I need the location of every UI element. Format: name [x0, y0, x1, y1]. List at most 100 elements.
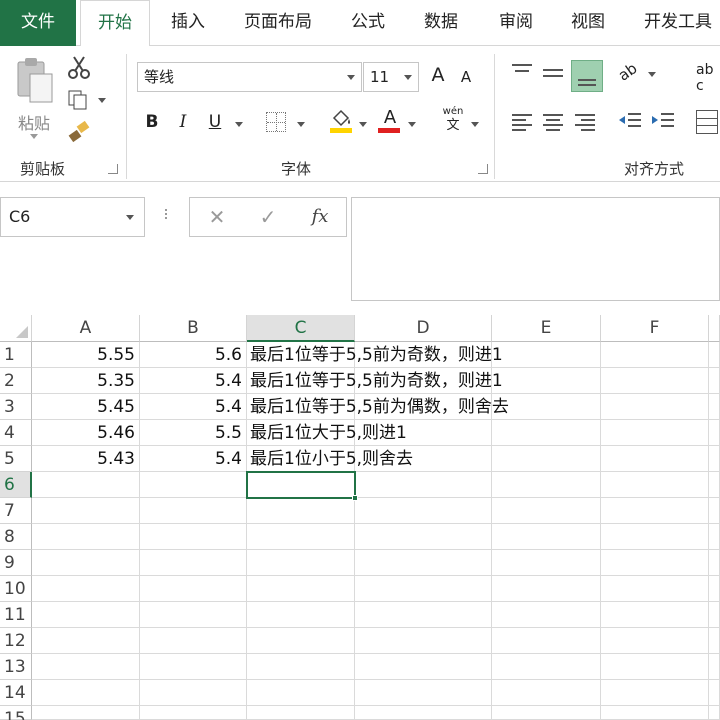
grid-cell[interactable] [601, 368, 709, 394]
tab-formulas[interactable]: 公式 [340, 0, 396, 46]
row-header[interactable]: 8 [0, 524, 32, 550]
grid-cell[interactable] [601, 472, 709, 498]
grid-cell[interactable] [709, 394, 720, 420]
font-name-select[interactable]: 等线 [137, 62, 362, 92]
grid-cell[interactable] [32, 498, 140, 524]
phonetic-dropdown-icon[interactable] [471, 122, 479, 127]
cell-b5[interactable]: 5.4 [140, 446, 247, 472]
grid-cell[interactable] [601, 550, 709, 576]
cell-a2[interactable]: 5.35 [32, 368, 140, 394]
grid-cell[interactable] [601, 524, 709, 550]
align-right-icon[interactable] [575, 114, 597, 132]
shrink-font-button[interactable]: A [458, 68, 474, 86]
grid-cell[interactable] [492, 368, 601, 394]
grid-cell[interactable] [601, 602, 709, 628]
cancel-icon[interactable]: ✕ [195, 198, 239, 236]
paste-button[interactable]: 粘贴 [12, 56, 56, 141]
cell-a1[interactable]: 5.55 [32, 342, 140, 368]
grid-cell[interactable] [247, 498, 355, 524]
grid-cell[interactable] [247, 602, 355, 628]
fill-color-icon[interactable] [328, 108, 354, 136]
grid-cell[interactable] [140, 654, 247, 680]
grid-cell[interactable] [492, 446, 601, 472]
grid-cell[interactable] [709, 628, 720, 654]
grid-cell[interactable] [601, 706, 709, 720]
grid-cell[interactable] [140, 498, 247, 524]
insert-function-button[interactable]: fx [298, 198, 342, 236]
grid-cell[interactable] [492, 680, 601, 706]
grid-cell[interactable] [140, 472, 247, 498]
grid-cell[interactable] [140, 628, 247, 654]
tab-page-layout[interactable]: 页面布局 [236, 0, 320, 46]
tab-view[interactable]: 视图 [560, 0, 616, 46]
grid-cell[interactable] [355, 602, 492, 628]
grid-cell[interactable] [32, 602, 140, 628]
column-header-a[interactable]: A [32, 315, 140, 342]
row-header[interactable]: 11 [0, 602, 32, 628]
tab-file[interactable]: 文件 [0, 0, 76, 46]
underline-button[interactable]: U [206, 112, 224, 132]
grid-cell[interactable] [492, 524, 601, 550]
cell-a4[interactable]: 5.46 [32, 420, 140, 446]
grid-cell[interactable] [140, 550, 247, 576]
grid-cell[interactable] [601, 420, 709, 446]
grid-cell[interactable] [492, 576, 601, 602]
name-box[interactable]: C6 [0, 197, 145, 237]
grid-cell[interactable] [247, 576, 355, 602]
font-color-button[interactable]: A [378, 108, 402, 136]
grid-cell[interactable] [492, 550, 601, 576]
grid-cell[interactable] [709, 446, 720, 472]
grid-cell[interactable] [355, 472, 492, 498]
tab-home[interactable]: 开始 [80, 0, 150, 47]
grid-cell[interactable] [492, 472, 601, 498]
font-size-select[interactable]: 11 [363, 62, 419, 92]
grid-cell[interactable] [601, 498, 709, 524]
row-header[interactable]: 1 [0, 342, 32, 368]
grid-cell[interactable] [709, 342, 720, 368]
grid-cell[interactable] [32, 524, 140, 550]
column-header-d[interactable]: D [355, 315, 492, 342]
grid-cell[interactable] [492, 420, 601, 446]
tab-insert[interactable]: 插入 [160, 0, 216, 46]
phonetic-button[interactable]: wén 文 [438, 106, 468, 136]
grid-cell[interactable] [709, 602, 720, 628]
cell-c2[interactable]: 最后1位等于5,5前为奇数，则进1 [247, 368, 503, 394]
wrap-text-button[interactable]: ab c [696, 62, 720, 98]
grid-cell[interactable] [709, 576, 720, 602]
orientation-button[interactable]: ab [615, 59, 658, 86]
font-color-dropdown-icon[interactable] [408, 122, 416, 127]
row-header[interactable]: 14 [0, 680, 32, 706]
cut-icon[interactable] [66, 54, 92, 80]
row-header[interactable]: 3 [0, 394, 32, 420]
decrease-indent-icon[interactable] [618, 112, 642, 132]
tab-data[interactable]: 数据 [413, 0, 469, 46]
grid-cell[interactable] [492, 654, 601, 680]
grid-cell[interactable] [709, 472, 720, 498]
row-header[interactable]: 13 [0, 654, 32, 680]
grid-cell[interactable] [709, 706, 720, 720]
cell-b1[interactable]: 5.6 [140, 342, 247, 368]
grid-cell[interactable] [32, 472, 140, 498]
underline-dropdown-icon[interactable] [235, 122, 243, 127]
grid-cell[interactable] [32, 706, 140, 720]
row-header[interactable]: 2 [0, 368, 32, 394]
fill-handle[interactable] [352, 495, 358, 501]
grid-cell[interactable] [32, 628, 140, 654]
formula-input[interactable] [351, 197, 720, 301]
row-header[interactable]: 12 [0, 628, 32, 654]
tab-review[interactable]: 审阅 [488, 0, 544, 46]
row-header[interactable]: 9 [0, 550, 32, 576]
cell-b3[interactable]: 5.4 [140, 394, 247, 420]
grid-cell[interactable] [492, 602, 601, 628]
grid-cell[interactable] [709, 550, 720, 576]
font-launcher-icon[interactable] [478, 164, 488, 174]
grid-cell[interactable] [247, 706, 355, 720]
merge-center-icon[interactable] [696, 110, 718, 134]
italic-button[interactable]: I [175, 112, 191, 132]
grid-cell[interactable] [355, 524, 492, 550]
align-left-icon[interactable] [512, 114, 534, 132]
format-painter-icon[interactable] [66, 120, 92, 144]
grid-cell[interactable] [709, 420, 720, 446]
bold-button[interactable]: B [143, 112, 161, 132]
grid-cell[interactable] [355, 628, 492, 654]
